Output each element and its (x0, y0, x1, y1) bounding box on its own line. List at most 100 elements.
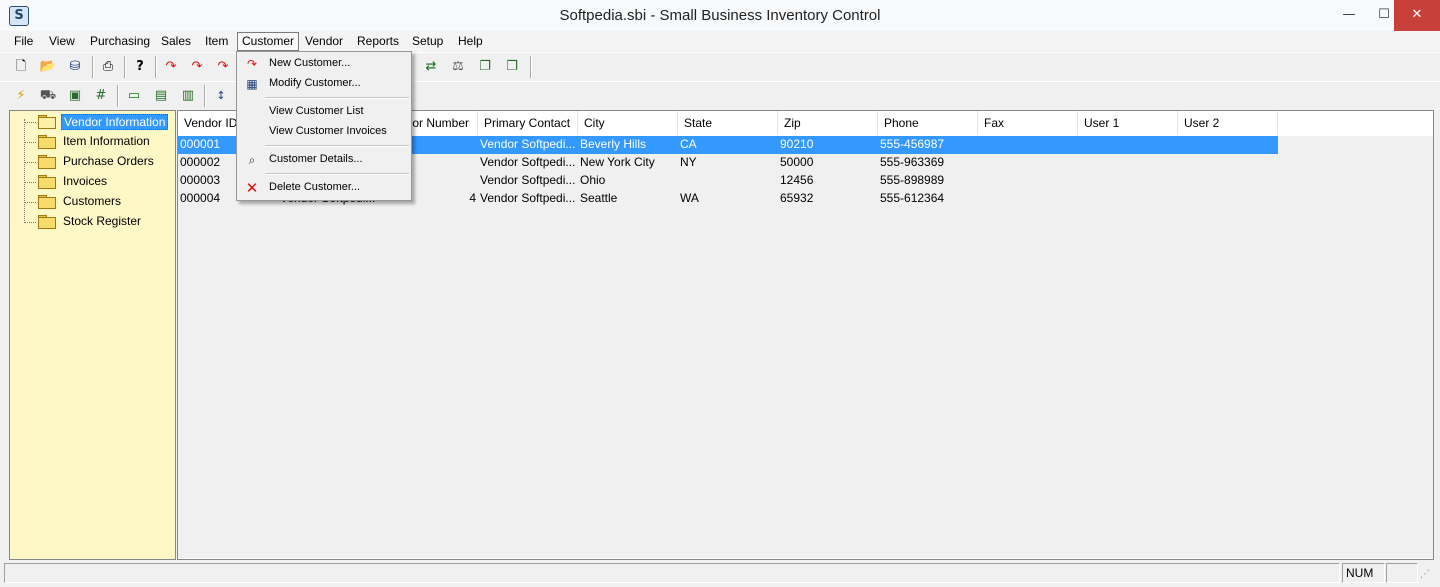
cell-primary-contact: Vendor Softpedi... (480, 137, 576, 151)
column-header-user1[interactable]: User 1 (1078, 111, 1178, 135)
folder-icon (38, 155, 56, 169)
binoculars-icon[interactable]: ⛁ (64, 56, 86, 78)
column-header-user2[interactable]: User 2 (1178, 111, 1278, 135)
scale-icon[interactable]: ⚖ (447, 56, 469, 78)
sort-icon[interactable]: ↕ (210, 85, 232, 107)
menu-item-label: View Customer Invoices (269, 125, 387, 137)
column-header-fax[interactable]: Fax (978, 111, 1078, 135)
folder-icon (38, 215, 56, 229)
arrow-red-icon[interactable]: ↷ (212, 56, 234, 78)
secondary-toolbar: ⚡ ⛟ ▣ # ▭ ▤ ▥ ↕ (0, 81, 1440, 110)
menu-separator (265, 173, 409, 175)
print-icon[interactable]: ⎙ (97, 56, 119, 78)
menu-reports[interactable]: Reports (353, 33, 403, 50)
menu-bar: File View Purchasing Sales Item Customer… (0, 31, 1440, 51)
toolbar-separator (124, 56, 126, 78)
folder-icon (38, 175, 56, 189)
close-button[interactable]: ✕ (1394, 0, 1440, 31)
cell-city: Ohio (580, 173, 606, 187)
cell-zip: 65932 (780, 191, 814, 205)
cell-phone: 555-456987 (880, 137, 945, 151)
menu-item-label: Modify Customer... (269, 77, 361, 89)
delete-x-icon: ✕ (245, 179, 259, 197)
resize-grip-icon[interactable]: ⋰ (1420, 569, 1434, 583)
window-title: Softpedia.sbi - Small Business Inventory… (559, 7, 881, 24)
menu-item[interactable]: Item (201, 33, 232, 50)
menu-item-label: New Customer... (269, 57, 351, 69)
menu-purchasing[interactable]: Purchasing (86, 33, 154, 50)
cell-phone: 555-963369 (880, 155, 945, 169)
money-icon[interactable]: ▭ (123, 85, 145, 107)
cell-primary-contact: Vendor Softpedi... (480, 173, 576, 187)
cell-zip: 50000 (780, 155, 814, 169)
toolbar-separator (155, 56, 157, 78)
app-window: S Softpedia.sbi - Small Business Invento… (0, 0, 1440, 587)
menu-new-customer[interactable]: ↷ New Customer... (237, 54, 411, 74)
arrow-red-icon[interactable]: ↷ (186, 56, 208, 78)
customer-dropdown-menu: ↷ New Customer... ▦ Modify Customer... V… (236, 51, 412, 201)
menu-modify-customer[interactable]: ▦ Modify Customer... (237, 74, 411, 94)
tree-node-label: Item Information (63, 134, 150, 148)
cell-phone: 555-898989 (880, 173, 945, 187)
menu-file[interactable]: File (10, 33, 37, 50)
toolbar-separator (117, 85, 119, 107)
cell-city: New York City (580, 155, 655, 169)
cell-zip: 90210 (780, 137, 814, 151)
status-bar: NUM ⋰ (0, 561, 1440, 587)
menu-item-label: Customer Details... (269, 153, 363, 165)
tree-node-label: Invoices (63, 174, 108, 188)
open-folder-icon[interactable]: 📂 (37, 56, 59, 78)
tree-node-label: Customers (63, 194, 122, 208)
column-header-primary-contact[interactable]: Primary Contact (478, 111, 578, 135)
truck-icon[interactable]: ⛟ (37, 85, 59, 107)
menu-separator (265, 145, 409, 147)
tree-connector (24, 119, 25, 223)
help-icon[interactable]: ? (129, 56, 151, 78)
hash-icon[interactable]: # (90, 85, 112, 107)
copy-icon[interactable]: ❐ (501, 56, 523, 78)
cell-state: WA (680, 191, 699, 205)
menu-separator (265, 97, 409, 99)
cell-primary-contact: Vendor Softpedi... (480, 155, 576, 169)
item-icon[interactable]: ▣ (64, 85, 86, 107)
new-document-icon[interactable]: 🗋 (10, 56, 32, 78)
status-pane-empty (1386, 563, 1418, 583)
modify-customer-icon: ▦ (246, 77, 258, 91)
menu-help[interactable]: Help (454, 33, 487, 50)
column-header-phone[interactable]: Phone (878, 111, 978, 135)
menu-item-label: Delete Customer... (269, 181, 361, 193)
cell-primary-contact: Vendor Softpedi... (480, 191, 576, 205)
folder-open-icon (38, 115, 56, 129)
magnifier-icon: ⌕ (248, 153, 256, 167)
item-down-icon[interactable]: ▥ (177, 85, 199, 107)
menu-view-customer-invoices[interactable]: View Customer Invoices (237, 122, 411, 142)
menu-customer[interactable]: Customer (237, 32, 300, 51)
cell-vendor-id: 000004 (180, 191, 221, 205)
column-header-city[interactable]: City (578, 111, 678, 135)
swap-icon[interactable]: ⇄ (420, 56, 442, 78)
lightning-icon[interactable]: ⚡ (10, 85, 32, 107)
copy-icon[interactable]: ❐ (474, 56, 496, 78)
item-t-icon[interactable]: ▤ (150, 85, 172, 107)
cell-vendor-id: 000003 (180, 173, 221, 187)
menu-sales[interactable]: Sales (157, 33, 195, 50)
cell-vendor-id: 000001 (180, 137, 221, 151)
new-customer-icon: ↷ (246, 57, 258, 71)
arrow-red-icon[interactable]: ↷ (160, 56, 182, 78)
title-bar[interactable]: S Softpedia.sbi - Small Business Invento… (0, 0, 1440, 31)
menu-view-customer-list[interactable]: View Customer List (237, 102, 411, 122)
cell-state: NY (680, 155, 697, 169)
cell-city: Seattle (580, 191, 618, 205)
folder-icon (38, 135, 56, 149)
column-header-zip[interactable]: Zip (778, 111, 878, 135)
cell-state: CA (680, 137, 697, 151)
menu-customer-details[interactable]: ⌕ Customer Details... (237, 150, 411, 170)
tree-node-label: Vendor Information (61, 114, 169, 130)
menu-delete-customer[interactable]: ✕ Delete Customer... (237, 178, 411, 198)
menu-setup[interactable]: Setup (408, 33, 447, 50)
menu-view[interactable]: View (45, 33, 79, 50)
column-header-state[interactable]: State (678, 111, 778, 135)
tree-node-label: Stock Register (63, 214, 142, 228)
tree-node-label: Purchase Orders (63, 154, 154, 168)
menu-vendor[interactable]: Vendor (301, 33, 347, 50)
